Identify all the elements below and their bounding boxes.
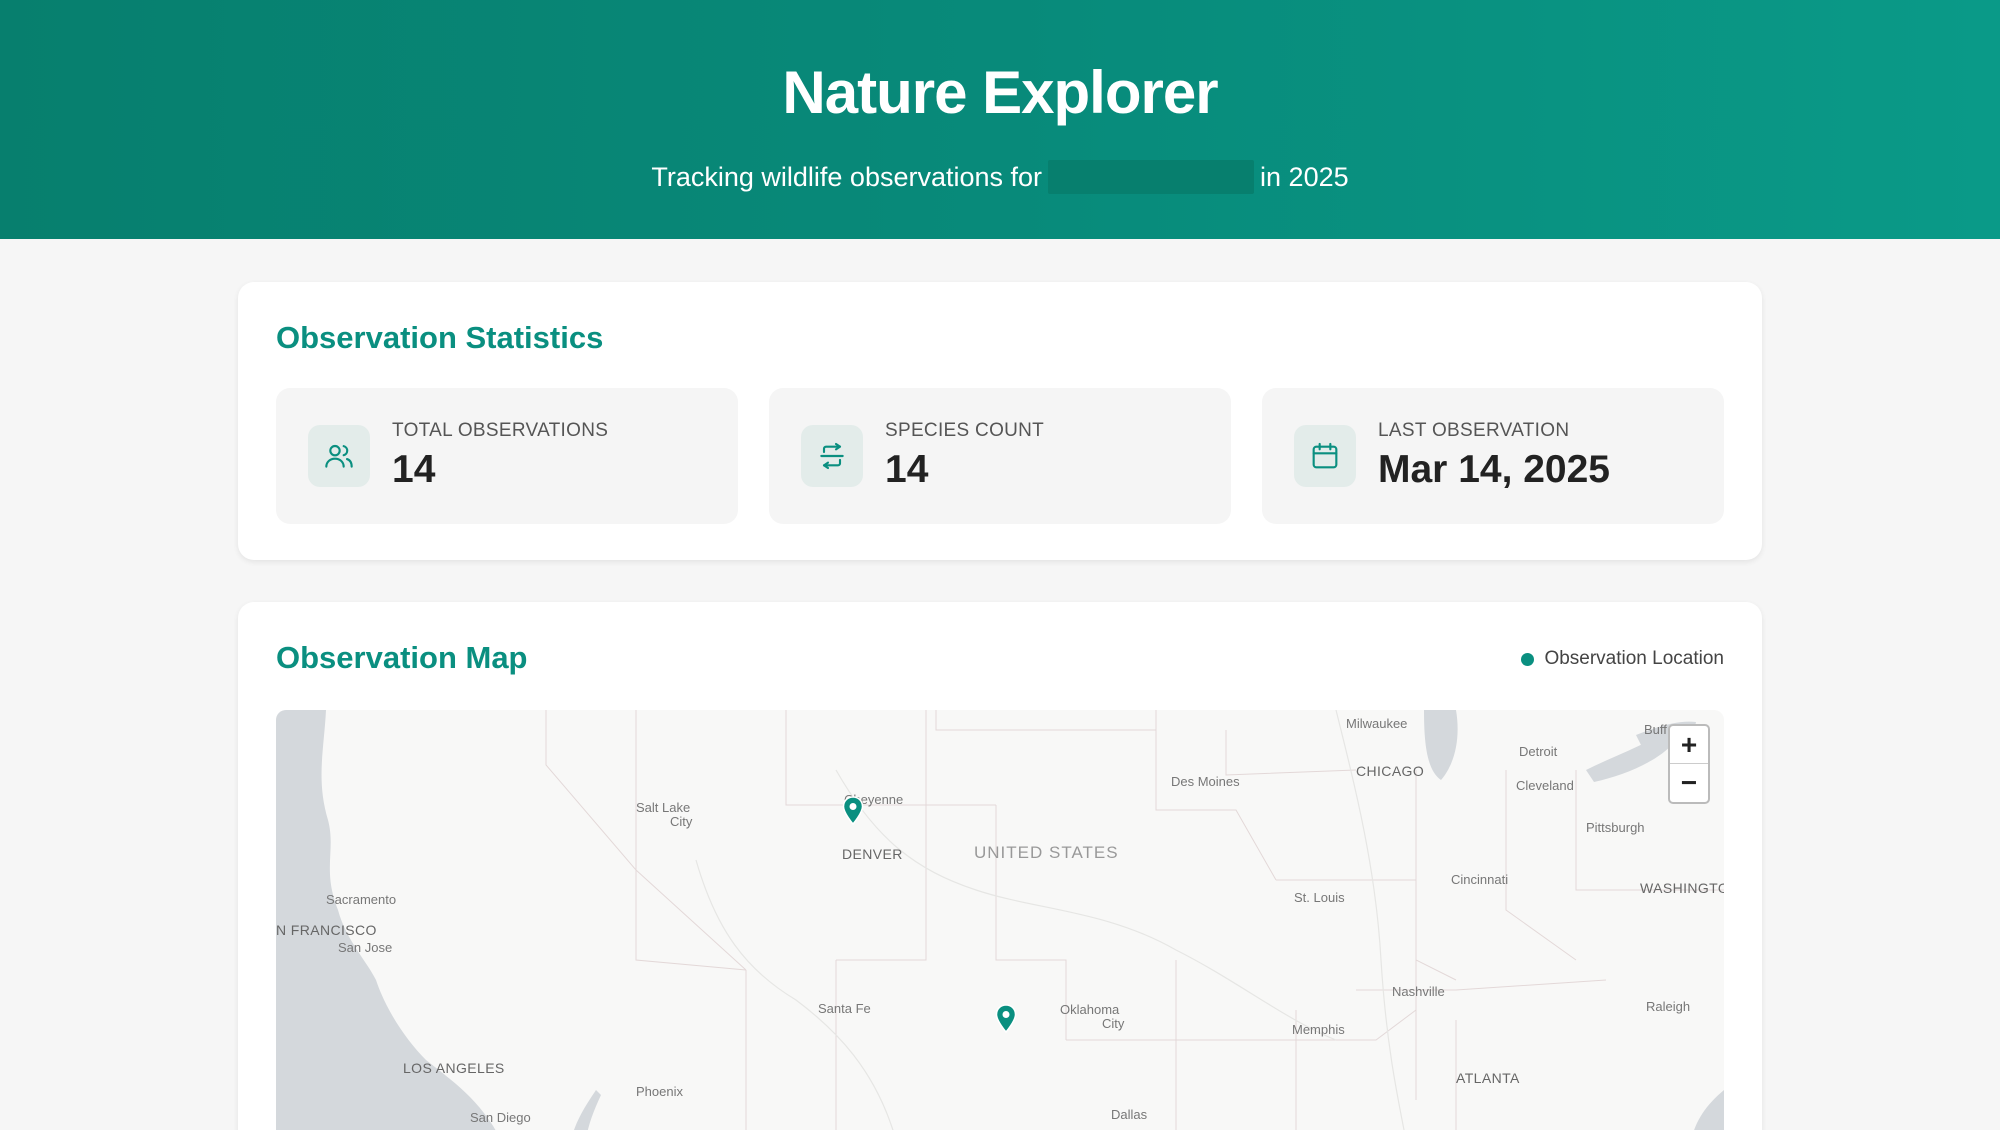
map-city-label: Cleveland bbox=[1516, 778, 1574, 793]
map-city-label: Cincinnati bbox=[1451, 872, 1509, 887]
map-city-label: Pittsburgh bbox=[1586, 820, 1645, 835]
subtitle-text-before: Tracking wildlife observations for bbox=[651, 161, 1043, 192]
map-city-label: DENVER bbox=[842, 846, 903, 862]
map-city-label: Nashville bbox=[1392, 984, 1445, 999]
map-title: Observation Map bbox=[276, 640, 528, 675]
map-city-label: CHICAGO bbox=[1356, 763, 1425, 779]
stat-total-observations: TOTAL OBSERVATIONS 14 bbox=[276, 388, 738, 524]
statistics-card: Observation Statistics TOTAL OBSERVATION… bbox=[238, 282, 1762, 560]
users-icon bbox=[308, 425, 370, 487]
map-city-label: ATLANTA bbox=[1456, 1070, 1520, 1086]
map-city-label: N FRANCISCO bbox=[276, 922, 377, 938]
map-city-label: Phoenix bbox=[636, 1084, 683, 1099]
species-icon bbox=[801, 425, 863, 487]
map-city-label: City bbox=[1102, 1016, 1125, 1031]
map-city-label: City bbox=[670, 814, 693, 829]
stat-species-count: SPECIES COUNT 14 bbox=[769, 388, 1231, 524]
stat-label: TOTAL OBSERVATIONS bbox=[392, 420, 609, 441]
map-city-label: Raleigh bbox=[1646, 999, 1691, 1014]
page-title: Nature Explorer bbox=[782, 59, 1218, 126]
page-subtitle: Tracking wildlife observations for in 20… bbox=[0, 160, 2000, 194]
observation-marker-icon[interactable] bbox=[841, 796, 865, 826]
map-city-label: Milwaukee bbox=[1346, 716, 1408, 731]
map-city-label: Santa Fe bbox=[818, 1001, 871, 1016]
stat-label: LAST OBSERVATION bbox=[1378, 420, 1570, 441]
zoom-in-button[interactable]: + bbox=[1670, 726, 1708, 764]
calendar-icon bbox=[1294, 425, 1356, 487]
stat-label: SPECIES COUNT bbox=[885, 420, 1045, 441]
legend-dot-icon bbox=[1521, 652, 1535, 666]
stat-value: 14 bbox=[392, 448, 436, 491]
redacted-location bbox=[1048, 160, 1255, 194]
map-city-label: St. Louis bbox=[1294, 890, 1345, 905]
map-city-label: Sacramento bbox=[326, 892, 397, 907]
map-city-label: San Jose bbox=[338, 940, 393, 955]
map-city-label: Dallas bbox=[1111, 1107, 1148, 1122]
statistics-title: Observation Statistics bbox=[276, 320, 604, 355]
stat-value: 14 bbox=[885, 448, 929, 491]
map-city-label: Salt Lake bbox=[636, 800, 691, 815]
zoom-out-button[interactable]: − bbox=[1670, 764, 1708, 802]
map-country-label: UNITED STATES bbox=[974, 843, 1119, 862]
legend-label: Observation Location bbox=[1544, 648, 1724, 669]
map-card: Observation Map Observation Location Mil… bbox=[238, 602, 1762, 1130]
subtitle-text-after: in 2025 bbox=[1260, 161, 1349, 192]
map-city-label: Memphis bbox=[1292, 1022, 1345, 1037]
stat-value: Mar 14, 2025 bbox=[1378, 448, 1611, 491]
map-city-label: Buff bbox=[1644, 722, 1667, 737]
map-city-label: Oklahoma bbox=[1060, 1002, 1120, 1017]
map-city-label: WASHINGTO bbox=[1640, 880, 1724, 896]
observation-map[interactable]: Milwaukee Detroit Buff CHICAGO Cleveland… bbox=[276, 710, 1724, 1130]
map-city-label: Des Moines bbox=[1171, 774, 1240, 789]
observation-marker-icon[interactable] bbox=[994, 1004, 1018, 1034]
map-city-label: Detroit bbox=[1519, 744, 1558, 759]
map-city-label: San Diego bbox=[470, 1110, 531, 1125]
map-city-label: LOS ANGELES bbox=[403, 1060, 505, 1076]
zoom-controls: + − bbox=[1668, 724, 1710, 804]
stat-last-observation: LAST OBSERVATION Mar 14, 2025 bbox=[1262, 388, 1724, 524]
page-header: Nature Explorer Tracking wildlife observ… bbox=[0, 0, 2000, 239]
map-legend: Observation Location bbox=[1521, 648, 1724, 670]
